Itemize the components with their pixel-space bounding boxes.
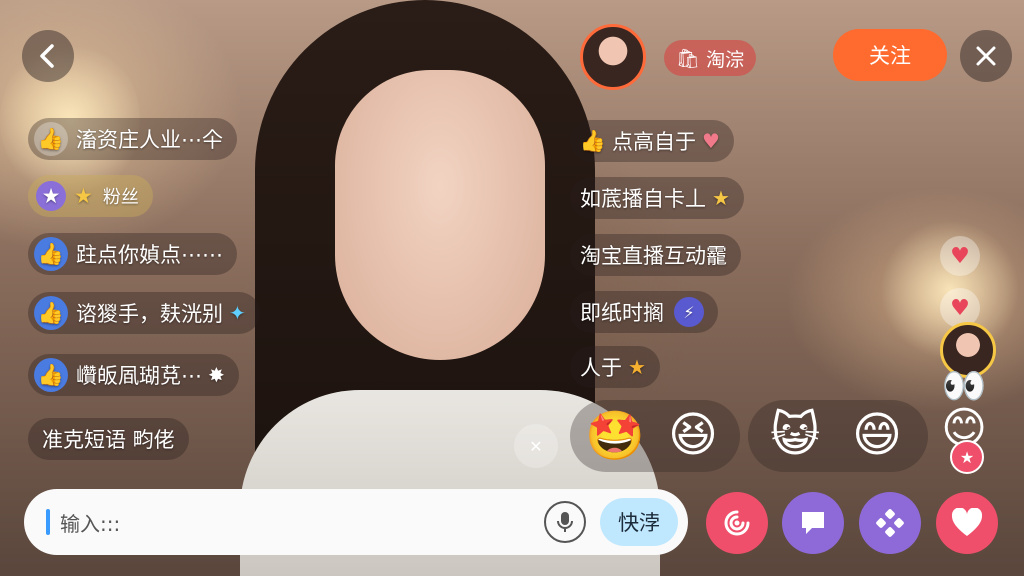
starry-eyes-emoji[interactable]: 🤩 xyxy=(584,404,646,466)
star-icon: ★ xyxy=(712,186,730,210)
comment-item[interactable]: 即纸时搁 ⚡ xyxy=(570,291,718,333)
star-badge-icon: ★ xyxy=(950,440,984,474)
comment-input-bar[interactable]: 输入::: 快浡 xyxy=(24,489,688,555)
chat-bubble-icon xyxy=(802,512,824,534)
thumbs-up-icon: 👍 xyxy=(579,128,607,153)
star-icon: ★ xyxy=(74,184,93,208)
comment-item[interactable]: 👍 谘猣手，麸洸别 ✦ xyxy=(28,292,260,334)
host-header: 🛍 淘淙 关注 xyxy=(580,24,1020,90)
thumbs-up-icon: 👍 xyxy=(34,122,68,156)
store-badge[interactable]: 🛍 淘淙 xyxy=(664,40,757,76)
heart-icon: ♥ xyxy=(940,236,980,276)
comment-item[interactable]: 👍 滀资庄人业⋯仐 xyxy=(28,118,237,160)
mic-icon xyxy=(557,512,573,532)
follow-button[interactable]: 关注 xyxy=(833,29,947,81)
spiral-gift-icon xyxy=(724,510,750,536)
heart-icon: ♥ xyxy=(702,129,720,153)
chevron-left-icon xyxy=(40,44,54,68)
comment-item[interactable]: 👍 跓点你媜点⋯⋯ xyxy=(28,233,237,275)
store-badge-label: 淘淙 xyxy=(706,48,745,71)
comment-item[interactable]: 淘宝直播互动靇 xyxy=(570,234,741,276)
fan-badge-item[interactable]: ★ ★ 粉丝 xyxy=(28,175,153,217)
comment-item[interactable]: 👍 巑皈凮瑚莌⋯ ✸ xyxy=(28,354,239,396)
bolt-icon: ⚡ xyxy=(674,297,704,327)
collapse-icon: ✕ xyxy=(529,436,543,456)
cat-smile-emoji[interactable]: 😺 xyxy=(764,404,826,466)
gift-button[interactable] xyxy=(706,492,768,554)
comment-item[interactable]: 👍 点高自于 ♥ xyxy=(570,120,734,162)
back-button[interactable] xyxy=(22,30,74,82)
like-button[interactable] xyxy=(936,492,998,554)
more-button[interactable] xyxy=(859,492,921,554)
mic-button[interactable] xyxy=(544,501,586,543)
sparkle-icon: ✦ xyxy=(229,301,246,325)
close-button[interactable] xyxy=(960,30,1012,82)
heart-icon xyxy=(951,508,983,536)
thumbs-up-icon: 👍 xyxy=(34,237,68,271)
host-avatar[interactable] xyxy=(580,24,646,90)
thumbs-up-icon: 👍 xyxy=(34,296,68,330)
burst-icon: ✸ xyxy=(208,363,225,387)
quick-phrase-button[interactable]: 快浡 xyxy=(600,498,678,546)
close-icon xyxy=(976,46,996,66)
laughing-emoji[interactable]: 😆 xyxy=(662,404,724,466)
text-caret xyxy=(46,509,50,535)
comment-item[interactable]: 人于 ★ xyxy=(570,346,660,388)
thumbs-up-icon: 👍 xyxy=(34,358,68,392)
streamer-face xyxy=(335,70,545,360)
grid-diamond-icon xyxy=(876,509,904,537)
chat-button[interactable] xyxy=(782,492,844,554)
collapse-button[interactable]: ✕ xyxy=(514,424,558,468)
store-icon: 🛍 xyxy=(676,47,701,70)
comment-item[interactable]: 如菧播自卡丄 ★ xyxy=(570,177,744,219)
comment-input[interactable]: 输入::: xyxy=(60,508,544,537)
grin-emoji[interactable]: 😄 xyxy=(846,404,908,466)
star-icon: ★ xyxy=(628,355,646,379)
comment-item[interactable]: 准克短语 畇佬 xyxy=(28,418,189,460)
star-badge-icon: ★ xyxy=(36,181,66,211)
